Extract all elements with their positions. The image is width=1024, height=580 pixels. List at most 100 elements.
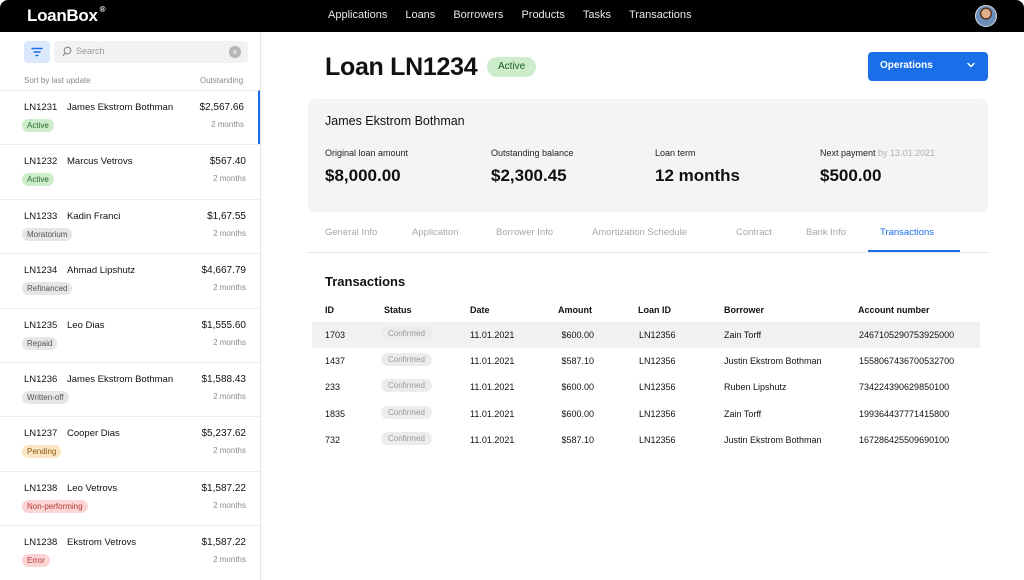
nav-transactions[interactable]: Transactions — [629, 9, 692, 21]
status-badge: Active — [22, 173, 54, 187]
metric-label: Original loan amount — [325, 148, 409, 158]
outstanding-amount: $4,667.79 — [201, 265, 247, 277]
loan-id: LN1234 — [24, 265, 58, 277]
tab-general-info[interactable]: General Info — [325, 227, 377, 238]
cell-account-number: 199364437771415800 — [859, 408, 950, 419]
cell-loan-id: LN12356 — [639, 434, 676, 445]
outstanding-amount: $1,587.22 — [201, 537, 247, 549]
last-update-time: 2 months — [213, 555, 246, 565]
borrower-name: Kadin Franci — [67, 210, 121, 222]
list-item[interactable]: LN1231 James Ekstrom Bothman $2,567.66 Acti… — [0, 90, 260, 145]
search-placeholder: Search — [76, 46, 105, 56]
column-header-borrower: Borrower — [724, 305, 765, 315]
next-payment-date: by 13.01.2021 — [878, 148, 936, 158]
borrower-name: Cooper Dias — [67, 428, 120, 440]
outstanding-amount: $5,237.62 — [201, 428, 247, 440]
column-header-account-number: Account number — [858, 305, 930, 315]
table-row[interactable]: 1703 11.01.2021 $600.00 LN12356 Zain Torff 24… — [312, 322, 980, 348]
cell-account-number: 167286425509690100 — [859, 434, 950, 445]
cell-date: 11.01.2021 — [470, 434, 515, 445]
status-badge: Refinanced — [22, 282, 73, 296]
borrower-name: Ahmad Lipshutz — [67, 265, 136, 277]
cell-loan-id: LN12356 — [639, 408, 676, 419]
loan-status-badge: Active — [487, 57, 537, 77]
list-item[interactable]: LN1236 James Ekstrom Bothman $1,588.43 Writ… — [0, 361, 260, 416]
loan-id: LN1232 — [24, 156, 58, 168]
borrower-name: Marcus Vetrovs — [67, 156, 133, 168]
tab-application[interactable]: Application — [412, 227, 458, 238]
cell-loan-id: LN12356 — [639, 382, 676, 393]
clear-search-icon[interactable]: × — [229, 46, 241, 58]
cell-borrower: Zain Torff — [724, 408, 762, 419]
sort-label[interactable]: Sort by last update — [24, 76, 91, 85]
list-item[interactable]: LN1237 Cooper Dias $5,237.62 Pending 2 month… — [0, 416, 260, 470]
logo-mark: ® — [99, 5, 106, 15]
last-update-time: 2 months — [213, 283, 246, 293]
table-row[interactable]: 233 11.01.2021 $600.00 LN12356 Ruben Lipshut… — [312, 374, 980, 400]
last-update-time: 2 months — [213, 391, 246, 401]
metric-value: $8,000.00 — [325, 166, 401, 185]
outstanding-amount: $2,567.66 — [199, 102, 245, 113]
outstanding-amount: $1,588.43 — [201, 373, 247, 385]
last-update-time: 2 months — [213, 228, 246, 238]
page-title: Loan LN1234 — [325, 53, 478, 81]
operations-button[interactable]: Operations — [868, 52, 988, 81]
status-badge: Non-performing — [22, 499, 88, 513]
nav-tasks[interactable]: Tasks — [583, 9, 611, 21]
borrower-name: Leo Vetrovs — [67, 482, 118, 494]
loan-id: LN1237 — [24, 428, 58, 440]
table-row[interactable]: 1437 11.01.2021 $587.10 LN12356 Justin Ekstr… — [312, 348, 980, 374]
tab-bank-info[interactable]: Bank Info — [806, 227, 846, 238]
outstanding-amount: $1,555.60 — [201, 319, 247, 331]
column-header-amount: Amount — [558, 305, 592, 315]
chevron-down-icon — [967, 62, 975, 68]
column-header-date: Date — [470, 305, 490, 315]
tab-transactions[interactable]: Transactions — [880, 227, 934, 238]
cell-amount: $600.00 — [561, 408, 594, 419]
column-header-id: ID — [325, 305, 334, 315]
cell-account-number: 1558067436700532700 — [859, 356, 955, 367]
nav-loans[interactable]: Loans — [405, 9, 435, 21]
list-item[interactable]: LN1234 Ahmad Lipshutz $4,667.79 Refinanced 2… — [0, 253, 260, 307]
cell-id: 1703 — [325, 330, 346, 340]
user-avatar[interactable] — [975, 5, 997, 27]
column-header-status: Status — [384, 305, 412, 315]
metric-label: Loan term — [655, 148, 696, 158]
metric-value: 12 months — [655, 166, 741, 185]
search-input[interactable]: Search × — [54, 41, 248, 63]
list-item[interactable]: LN1238 Ekstrom Vetrovs $1,587.22 Error 2 mon… — [0, 525, 260, 579]
borrower-name: James Ekstrom Bothman — [67, 102, 174, 113]
logo-text: LoanBox — [27, 6, 98, 25]
transactions-title: Transactions — [325, 274, 406, 289]
loan-id: LN1238 — [24, 537, 58, 549]
status-badge: Moratorium — [22, 227, 73, 241]
filter-button[interactable] — [24, 41, 50, 63]
cell-date: 11.01.2021 — [470, 408, 515, 419]
app-window: LoanBox ® Applications Loans Borrowers Pr… — [0, 0, 1024, 580]
list-item[interactable]: LN1238 Leo Vetrovs $1,587.22 Non-performing… — [0, 470, 260, 525]
list-item[interactable]: LN1235 Leo Dias $1,555.60 Repaid 2 months — [0, 307, 260, 362]
loan-id: LN1233 — [24, 210, 58, 222]
metric-value: $2,300.45 — [491, 166, 567, 185]
list-item[interactable]: LN1232 Marcus Vetrovs $567.40 Active 2 month… — [0, 144, 260, 198]
nav-applications[interactable]: Applications — [328, 9, 387, 21]
tab-amortization-schedule[interactable]: Amortization Schedule — [592, 227, 687, 238]
tab-contract[interactable]: Contract — [736, 227, 772, 238]
borrower-name: Ekstrom Vetrovs — [67, 537, 137, 549]
cell-id: 732 — [325, 434, 341, 445]
metric-label: Outstanding balance — [491, 148, 574, 158]
nav-products[interactable]: Products — [521, 9, 564, 21]
tab-borrower-info[interactable]: Borrower Info — [496, 227, 553, 238]
metric-loan-term: Loan term 12 months — [655, 148, 740, 186]
outstanding-column-label: Outstanding — [200, 76, 244, 85]
app-logo[interactable]: LoanBox ® — [27, 5, 106, 26]
table-row[interactable]: 1835 11.01.2021 $600.00 LN12356 Zain Torff 19… — [312, 401, 980, 427]
cell-amount: $600.00 — [561, 382, 594, 393]
status-badge: Confirmed — [381, 405, 432, 419]
outstanding-amount: $1,587.22 — [201, 482, 247, 494]
list-item[interactable]: LN1233 Kadin Franci $1,67.55 Moratorium 2 mo… — [0, 198, 260, 253]
table-row[interactable]: 732 11.01.2021 $587.10 LN12356 Justin Ekstro… — [312, 427, 980, 453]
cell-loan-id: LN12356 — [639, 330, 676, 340]
cell-amount: $600.00 — [561, 330, 594, 340]
nav-borrowers[interactable]: Borrowers — [453, 9, 503, 21]
